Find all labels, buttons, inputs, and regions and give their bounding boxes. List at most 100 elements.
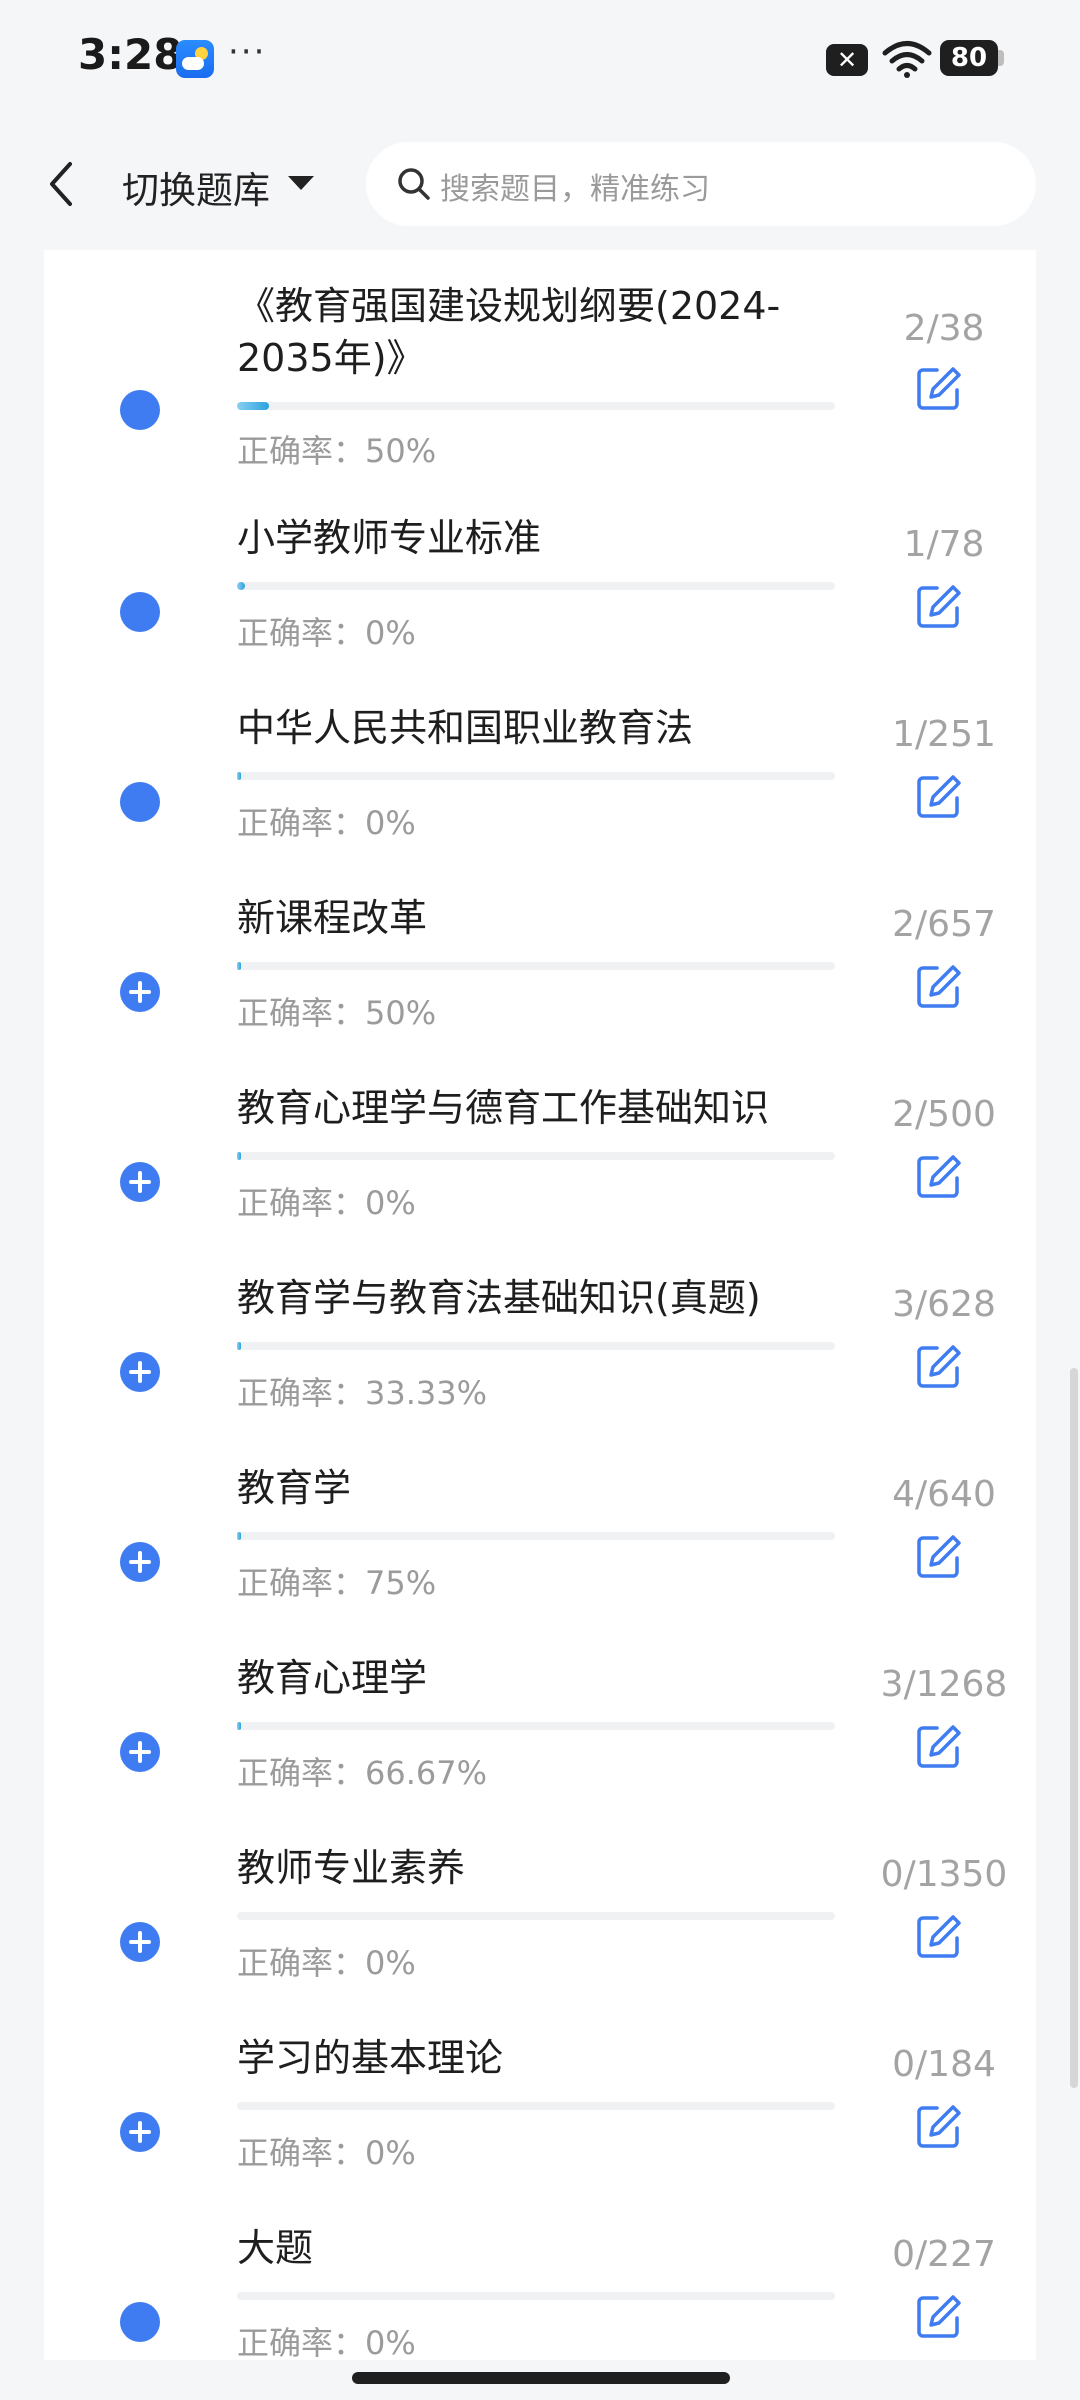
progress-bar <box>237 402 835 410</box>
accuracy-text: 正确率：0% <box>237 2134 416 2172</box>
wifi-icon <box>882 41 932 78</box>
edit-icon[interactable] <box>915 772 963 820</box>
item-title: 教育学与教育法基础知识(真题) <box>237 1276 761 1320</box>
question-count: 3/628 <box>892 1284 996 1325</box>
accuracy-text: 正确率：0% <box>237 804 416 842</box>
list-item[interactable]: 新课程改革 正确率：50% 2/657 <box>44 892 1036 1082</box>
add-circle-icon[interactable] <box>120 1542 160 1582</box>
bullet-dot-icon <box>120 2302 160 2342</box>
progress-fill <box>237 1342 241 1350</box>
list-item[interactable]: 学习的基本理论 正确率：0% 0/184 <box>44 2032 1036 2222</box>
progress-bar <box>237 1152 835 1160</box>
accuracy-text: 正确率：0% <box>237 1944 416 1982</box>
add-circle-icon[interactable] <box>120 1162 160 1202</box>
question-bank-list: 《教育强国建设规划纲要(2024-2035年)》 正确率：50% 2/38 小学… <box>44 250 1036 2360</box>
question-count: 0/184 <box>892 2044 996 2085</box>
edit-icon[interactable] <box>915 1912 963 1960</box>
progress-bar <box>237 582 835 590</box>
list-item[interactable]: 教育心理学 正确率：66.67% 3/1268 <box>44 1652 1036 1842</box>
home-indicator[interactable] <box>352 2372 730 2384</box>
progress-bar <box>237 2102 835 2110</box>
edit-icon[interactable] <box>915 962 963 1010</box>
bullet-dot-icon <box>120 592 160 632</box>
battery-level: 80 <box>940 40 998 76</box>
item-title: 《教育强国建设规划纲要(2024-2035年)》 <box>237 284 781 380</box>
add-circle-icon[interactable] <box>120 1922 160 1962</box>
weather-app-icon <box>176 40 214 78</box>
edit-icon[interactable] <box>915 364 963 412</box>
list-item[interactable]: 《教育强国建设规划纲要(2024-2035年)》 正确率：50% 2/38 <box>44 280 1036 510</box>
top-bar: 切换题库 搜索题目，精准练习 <box>0 118 1080 250</box>
progress-fill <box>237 1532 241 1540</box>
progress-fill <box>237 772 241 780</box>
accuracy-text: 正确率：50% <box>237 432 437 470</box>
add-circle-icon[interactable] <box>120 1352 160 1392</box>
accuracy-text: 正确率：0% <box>237 1184 416 1222</box>
progress-fill <box>237 962 241 970</box>
accuracy-text: 正确率：0% <box>237 2324 416 2360</box>
list-item[interactable]: 教育心理学与德育工作基础知识 正确率：0% 2/500 <box>44 1082 1036 1272</box>
item-title: 教师专业素养 <box>237 1846 466 1890</box>
question-count: 3/1268 <box>880 1664 1008 1705</box>
question-count: 2/500 <box>892 1094 996 1135</box>
edit-icon[interactable] <box>915 1152 963 1200</box>
caret-down-icon[interactable] <box>288 176 314 190</box>
item-title: 新课程改革 <box>237 896 428 940</box>
status-time: 3:28 <box>78 30 183 79</box>
list-item[interactable]: 大题 正确率：0% 0/227 <box>44 2222 1036 2360</box>
bullet-dot-icon <box>120 390 160 430</box>
list-item[interactable]: 教育学 正确率：75% 4/640 <box>44 1462 1036 1652</box>
question-count: 1/78 <box>903 524 985 565</box>
add-circle-icon[interactable] <box>120 1732 160 1772</box>
item-title: 小学教师专业标准 <box>237 516 542 560</box>
search-icon <box>398 168 430 200</box>
accuracy-text: 正确率：66.67% <box>237 1754 488 1792</box>
scrollbar[interactable] <box>1070 1368 1078 2088</box>
more-notifications-icon: ··· <box>228 32 267 72</box>
item-title: 教育心理学 <box>237 1656 428 1700</box>
edit-icon[interactable] <box>915 2102 963 2150</box>
list-item[interactable]: 小学教师专业标准 正确率：0% 1/78 <box>44 512 1036 702</box>
question-count: 4/640 <box>892 1474 996 1515</box>
search-placeholder: 搜索题目，精准练习 <box>440 172 710 207</box>
progress-bar <box>237 2292 835 2300</box>
progress-fill <box>237 582 245 590</box>
list-item[interactable]: 教师专业素养 正确率：0% 0/1350 <box>44 1842 1036 2032</box>
progress-bar <box>237 962 835 970</box>
progress-bar <box>237 1342 835 1350</box>
add-circle-icon[interactable] <box>120 2112 160 2152</box>
edit-icon[interactable] <box>915 2292 963 2340</box>
close-notification-icon: ✕ <box>826 44 868 76</box>
edit-icon[interactable] <box>915 1722 963 1770</box>
question-count: 0/1350 <box>880 1854 1008 1895</box>
item-title: 中华人民共和国职业教育法 <box>237 706 694 750</box>
progress-bar <box>237 1722 835 1730</box>
question-count: 1/251 <box>892 714 996 755</box>
accuracy-text: 正确率：50% <box>237 994 437 1032</box>
add-circle-icon[interactable] <box>120 972 160 1012</box>
progress-fill <box>237 1722 241 1730</box>
progress-bar <box>237 772 835 780</box>
status-bar: 3:28 ··· ✕ 80 <box>0 0 1080 118</box>
question-count: 0/227 <box>892 2234 996 2275</box>
accuracy-text: 正确率：0% <box>237 614 416 652</box>
battery-icon <box>998 50 1004 66</box>
question-count: 2/657 <box>892 904 996 945</box>
edit-icon[interactable] <box>915 1532 963 1580</box>
list-item[interactable]: 教育学与教育法基础知识(真题) 正确率：33.33% 3/628 <box>44 1272 1036 1462</box>
search-input[interactable]: 搜索题目，精准练习 <box>366 142 1036 226</box>
item-title: 学习的基本理论 <box>237 2036 504 2080</box>
progress-bar <box>237 1532 835 1540</box>
question-count: 2/38 <box>903 308 985 349</box>
item-title: 大题 <box>237 2226 314 2270</box>
back-arrow-icon[interactable] <box>42 158 82 210</box>
progress-bar <box>237 1912 835 1920</box>
edit-icon[interactable] <box>915 582 963 630</box>
accuracy-text: 正确率：75% <box>237 1564 437 1602</box>
bullet-dot-icon <box>120 782 160 822</box>
accuracy-text: 正确率：33.33% <box>237 1374 488 1412</box>
list-item[interactable]: 中华人民共和国职业教育法 正确率：0% 1/251 <box>44 702 1036 892</box>
item-title: 教育心理学与德育工作基础知识 <box>237 1086 770 1130</box>
edit-icon[interactable] <box>915 1342 963 1390</box>
switch-bank-button[interactable]: 切换题库 <box>122 160 270 214</box>
